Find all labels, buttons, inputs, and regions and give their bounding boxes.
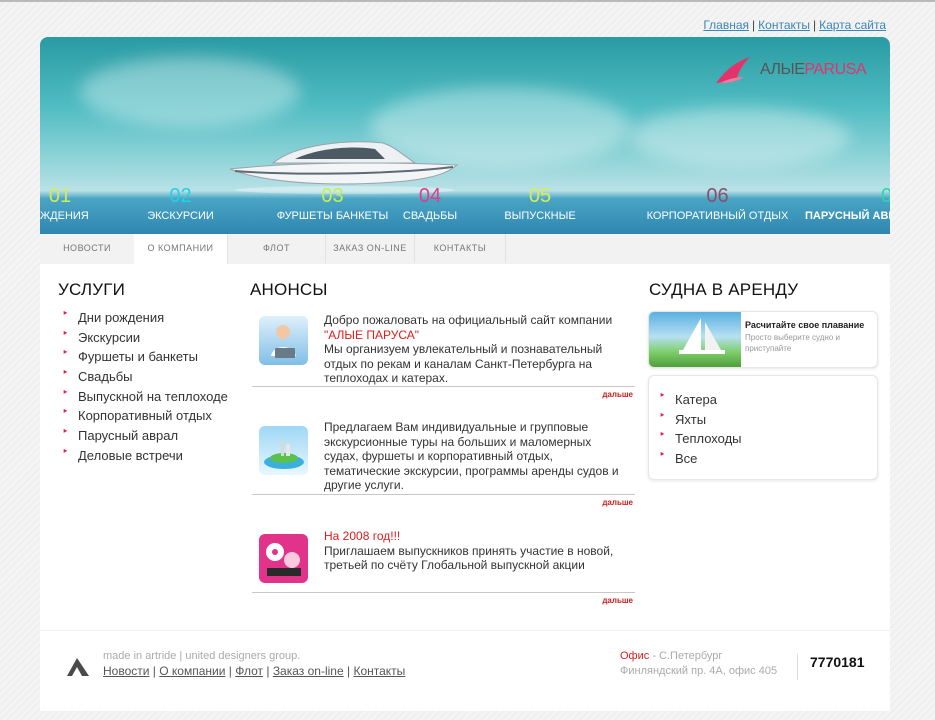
- banner-item-number: 0: [881, 185, 890, 207]
- banner-services-strip: 01 ЖДЕНИЯ 02 ЭКСКУРСИИ 03 ФУРШЕТЫ БАНКЕТ…: [40, 185, 890, 234]
- footer-credit: made in artride | united designers group…: [103, 650, 301, 662]
- rent-title: СУДНА В АРЕНДУ: [649, 280, 799, 299]
- more-link[interactable]: дальше: [602, 498, 633, 507]
- services-item[interactable]: Выпускной на теплоходе: [58, 384, 248, 407]
- divider: [252, 386, 635, 387]
- announcement-text: Приглашаем выпускников принять участие в…: [324, 543, 614, 573]
- banner-item-number: 02: [169, 185, 192, 207]
- cloud-decoration: [630, 107, 850, 167]
- rent-item[interactable]: Теплоходы: [655, 426, 855, 449]
- graduation-poster-icon: [266, 543, 301, 576]
- main-content: УСЛУГИ Дни рождения Экскурсии Фуршеты и …: [40, 264, 890, 630]
- banner-item-label: ПАРУСНЫЙ АВРАЛ: [805, 210, 890, 222]
- main-nav-tabs: НОВОСТИ О КОМПАНИИ ФЛОТ ЗАКАЗ ON-LINE КО…: [40, 234, 890, 264]
- announcement-item: Предлагаем Вам индивидуальные и групповы…: [252, 417, 635, 509]
- rent-item[interactable]: Катера: [655, 387, 855, 410]
- banner-item[interactable]: 01 ЖДЕНИЯ: [40, 185, 89, 222]
- services-item[interactable]: Фуршеты и банкеты: [58, 344, 248, 367]
- tab-contacts[interactable]: КОНТАКТЫ: [415, 234, 506, 263]
- services-item[interactable]: Деловые встречи: [58, 443, 248, 466]
- footer-link-news[interactable]: Новости: [103, 664, 149, 678]
- banner-item-label: ЖДЕНИЯ: [40, 210, 89, 222]
- rent-item[interactable]: Яхты: [655, 407, 855, 430]
- banner-item-number: 06: [706, 185, 729, 207]
- office-city: - С.Петербург: [649, 650, 723, 662]
- footer-phone: 7770181: [810, 654, 865, 670]
- top-link-contacts[interactable]: Контакты: [758, 18, 810, 32]
- island-icon: [264, 440, 304, 469]
- banner-item-label: СВАДЬБЫ: [402, 210, 458, 222]
- logo-text-part1: АЛЫЕ: [760, 61, 805, 78]
- services-item[interactable]: Парусный аврал: [58, 423, 248, 446]
- top-border: [0, 0, 935, 2]
- person-laptop-icon: [271, 325, 296, 358]
- announcement-text: Добро пожаловать на официальный сайт ком…: [324, 313, 613, 327]
- services-list: Дни рождения Экскурсии Фуршеты и банкеты…: [58, 305, 248, 466]
- announcement-text: Предлагаем Вам индивидуальные и групповы…: [324, 420, 619, 493]
- more-link[interactable]: дальше: [602, 596, 633, 605]
- footer: made in artride | united designers group…: [40, 630, 890, 711]
- tab-order-online[interactable]: ЗАКАЗ ON-LINE: [326, 234, 415, 263]
- calculate-trip-banner[interactable]: Расчитайте свое плавание Просто выберите…: [648, 311, 878, 368]
- announcements-title: АНОНСЫ: [250, 280, 328, 299]
- banner-item-label: ЭКСКУРСИИ: [147, 210, 214, 222]
- footer-address: Финляндский пр. 4А, офис 405: [620, 665, 778, 677]
- rent-item[interactable]: Все: [655, 446, 855, 469]
- banner-item-number: 01: [48, 185, 72, 207]
- banner-item-number: 05: [528, 185, 552, 207]
- services-item[interactable]: Свадьбы: [58, 364, 248, 387]
- announcement-thumbnail[interactable]: [259, 426, 308, 475]
- logo-text-part2: PARUSA: [804, 61, 866, 78]
- banner-item[interactable]: 06 КОРПОРАТИВНЫЙ ОТДЫХ: [600, 185, 835, 222]
- footer-divider: [797, 654, 798, 680]
- footer-office: Офис - С.Петербург: [620, 650, 722, 662]
- footer-links: Новости | О компании | Флот | Заказ on-l…: [103, 664, 406, 678]
- tab-about[interactable]: О КОМПАНИИ: [134, 234, 228, 264]
- tab-news[interactable]: НОВОСТИ: [40, 234, 135, 263]
- artride-logo-icon: [67, 658, 89, 676]
- banner-item[interactable]: 0 ПАРУСНЫЙ АВРАЛ: [805, 185, 890, 222]
- more-link[interactable]: дальше: [602, 390, 633, 399]
- services-item[interactable]: Корпоративный отдых: [58, 403, 248, 426]
- footer-link-fleet[interactable]: Флот: [235, 664, 263, 678]
- services-title: УСЛУГИ: [58, 280, 126, 299]
- office-label: Офис: [620, 650, 650, 662]
- banner-item[interactable]: 02 ЭКСКУРСИИ: [118, 185, 243, 222]
- divider: [252, 494, 635, 495]
- sailboat-image: [649, 312, 741, 367]
- top-link-sitemap[interactable]: Карта сайта: [819, 18, 886, 32]
- banner-item[interactable]: 04 СВАДЬБЫ: [380, 185, 480, 222]
- calculate-title: Расчитайте свое плавание: [745, 320, 865, 330]
- rent-list: Катера Яхты Теплоходы Все: [655, 387, 855, 469]
- footer-link-about[interactable]: О компании: [159, 664, 225, 678]
- top-links: Главная | Контакты | Карта сайта: [703, 18, 886, 32]
- announcement-highlight: "АЛЫЕ ПАРУСА": [324, 327, 420, 342]
- services-item[interactable]: Экскурсии: [58, 325, 248, 348]
- announcement-item: Добро пожаловать на официальный сайт ком…: [252, 309, 635, 401]
- rent-categories-box: Катера Яхты Теплоходы Все: [648, 375, 878, 480]
- banner-item-number: 04: [418, 185, 442, 207]
- sailboat-icon: [679, 318, 725, 354]
- top-link-home[interactable]: Главная: [703, 18, 749, 32]
- sail-logo-icon: [716, 57, 751, 83]
- divider: [252, 592, 635, 593]
- cloud-decoration: [80, 57, 300, 127]
- calculate-subtitle: Просто выберите судно и приступайте: [745, 333, 840, 353]
- header-banner: АЛЫЕPARUSA 01 ЖДЕНИЯ 02 ЭКСКУРСИИ 03 ФУР…: [40, 37, 890, 234]
- announcement-thumbnail[interactable]: [259, 534, 308, 583]
- announcement-text: Мы организуем увлекательный и познавател…: [324, 342, 603, 386]
- footer-link-order[interactable]: Заказ on-line: [273, 664, 344, 678]
- tab-fleet[interactable]: ФЛОТ: [228, 234, 326, 263]
- banner-item-label: КОРПОРАТИВНЫЙ ОТДЫХ: [646, 210, 789, 222]
- announcement-item: На 2008 год!!! Приглашаем выпускников пр…: [252, 525, 635, 617]
- footer-link-contacts[interactable]: Контакты: [353, 664, 405, 678]
- announcement-thumbnail[interactable]: [259, 316, 308, 365]
- announcement-highlight: На 2008 год!!!: [324, 529, 401, 543]
- banner-item-label: ВЫПУСКНЫЕ: [504, 210, 576, 222]
- services-item[interactable]: Дни рождения: [58, 305, 248, 328]
- banner-item[interactable]: 05 ВЫПУСКНЫЕ: [480, 185, 600, 222]
- logo[interactable]: АЛЫЕPARUSA: [714, 55, 866, 85]
